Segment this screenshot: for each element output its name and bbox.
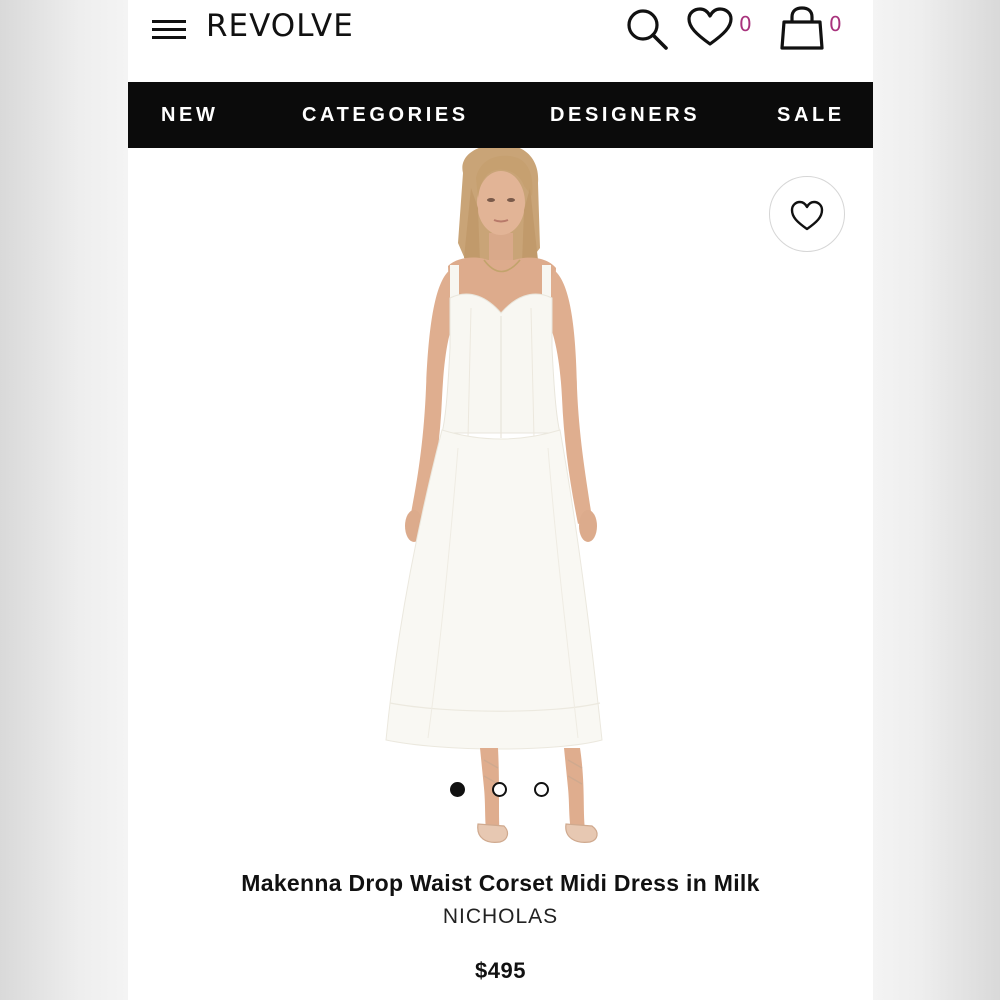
product-photo[interactable]	[128, 148, 873, 860]
heart-icon	[790, 200, 824, 231]
nav-item-designers[interactable]: DESIGNERS	[550, 104, 700, 127]
site-header: REVOLVE 0 0	[128, 0, 873, 82]
nav-item-sale[interactable]: SALE	[777, 104, 845, 127]
shopping-bag-icon[interactable]	[779, 6, 825, 50]
designer-link[interactable]: NICHOLAS	[128, 905, 873, 929]
carousel-dot-1[interactable]	[450, 782, 465, 797]
product-price: $495	[475, 958, 526, 983]
add-to-wishlist-button[interactable]	[769, 176, 845, 252]
bag-count: 0	[829, 12, 842, 36]
main-nav: NEW CATEGORIES DESIGNERS SALE	[128, 82, 873, 148]
nav-item-new[interactable]: NEW	[161, 104, 218, 127]
product-title: Makenna Drop Waist Corset Midi Dress in …	[241, 870, 760, 896]
hamburger-menu-icon[interactable]	[150, 16, 188, 44]
search-icon[interactable]	[624, 6, 670, 52]
site-logo[interactable]: REVOLVE	[206, 8, 354, 44]
carousel-dot-3[interactable]	[534, 782, 549, 797]
heart-icon[interactable]	[686, 6, 734, 48]
wishlist-count: 0	[739, 12, 752, 36]
carousel-dot-2[interactable]	[492, 782, 507, 797]
image-carousel-dots	[446, 780, 556, 798]
nav-item-categories[interactable]: CATEGORIES	[302, 104, 469, 127]
product-page: REVOLVE 0 0 NEW CATEGORIES DESIGNERS SAL…	[128, 0, 873, 1000]
